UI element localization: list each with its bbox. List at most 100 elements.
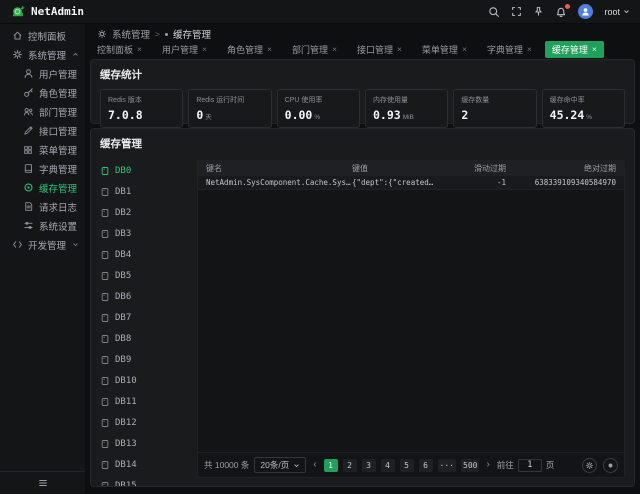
- stat-unit: %: [586, 114, 592, 121]
- goto-unit: 页: [546, 459, 555, 471]
- db-item-0[interactable]: DB0: [100, 160, 195, 181]
- tab-departments[interactable]: 部门管理×: [285, 41, 344, 58]
- db-item-5[interactable]: DB5: [100, 265, 195, 286]
- prev-page-button[interactable]: ‹: [311, 460, 318, 470]
- search-icon[interactable]: [488, 6, 500, 18]
- db-label: DB0: [115, 166, 131, 176]
- close-icon[interactable]: ×: [592, 45, 597, 54]
- close-icon[interactable]: ×: [202, 45, 207, 54]
- tab-cache[interactable]: 缓存管理×: [545, 41, 604, 58]
- sidebar-item-cache[interactable]: 缓存管理: [0, 178, 85, 197]
- sidebar-item-dashboard[interactable]: 控制面板: [0, 26, 85, 45]
- page-button-2[interactable]: 2: [343, 459, 357, 472]
- breadcrumb-item[interactable]: 系统管理: [112, 27, 150, 41]
- page-button-5[interactable]: 5: [400, 459, 414, 472]
- db-label: DB5: [115, 271, 131, 281]
- page-button-6[interactable]: 6: [419, 459, 433, 472]
- cache-panel-title: 缓存管理: [91, 129, 634, 156]
- db-label: DB11: [115, 397, 137, 407]
- db-item-12[interactable]: DB12: [100, 412, 195, 433]
- database-icon: [100, 250, 110, 260]
- db-item-6[interactable]: DB6: [100, 286, 195, 307]
- db-item-13[interactable]: DB13: [100, 433, 195, 454]
- tab-dictionary[interactable]: 字典管理×: [480, 41, 539, 58]
- chevron-down-icon: [72, 241, 79, 248]
- sidebar-item-users[interactable]: 用户管理: [0, 64, 85, 83]
- page-button-3[interactable]: 3: [362, 459, 376, 472]
- stat-label: Redis 运行时间: [196, 95, 263, 105]
- sidebar-item-label: 控制面板: [28, 29, 66, 43]
- sidebar-item-label: 开发管理: [28, 238, 66, 252]
- sidebar-item-roles[interactable]: 角色管理: [0, 83, 85, 102]
- close-icon[interactable]: ×: [332, 45, 337, 54]
- stat-unit: %: [314, 114, 320, 121]
- page-size-select[interactable]: 20条/页: [254, 457, 306, 473]
- gear-icon: [12, 49, 23, 60]
- database-icon: [100, 439, 110, 449]
- db-label: DB2: [115, 208, 131, 218]
- fullscreen-icon[interactable]: [511, 6, 522, 17]
- db-label: DB14: [115, 460, 137, 470]
- db-item-8[interactable]: DB8: [100, 328, 195, 349]
- close-icon[interactable]: ×: [527, 45, 532, 54]
- tab-label: 接口管理: [357, 43, 393, 56]
- db-item-2[interactable]: DB2: [100, 202, 195, 223]
- db-item-7[interactable]: DB7: [100, 307, 195, 328]
- sidebar-item-label: 角色管理: [39, 86, 77, 100]
- page-size-value: 20条/页: [260, 459, 289, 471]
- sidebar-item-system[interactable]: 系统管理: [0, 45, 85, 64]
- close-icon[interactable]: ×: [397, 45, 402, 54]
- tab-dashboard[interactable]: 控制面板×: [90, 41, 149, 58]
- db-item-4[interactable]: DB4: [100, 244, 195, 265]
- db-item-1[interactable]: DB1: [100, 181, 195, 202]
- close-icon[interactable]: ×: [462, 45, 467, 54]
- sidebar-item-label: 用户管理: [39, 67, 77, 81]
- db-item-14[interactable]: DB14: [100, 454, 195, 475]
- table-row[interactable]: NetAdmin.SysComponent.Cache.Sys.UserCach…: [198, 176, 624, 190]
- sidebar-item-departments[interactable]: 部门管理: [0, 102, 85, 121]
- page-button-500[interactable]: 500: [461, 459, 479, 472]
- stat-label: 内存使用量: [373, 95, 440, 105]
- notification-bell-icon[interactable]: [555, 6, 567, 18]
- sidebar-item-api[interactable]: 接口管理: [0, 121, 85, 140]
- close-icon[interactable]: ×: [137, 45, 142, 54]
- db-item-10[interactable]: DB10: [100, 370, 195, 391]
- page-button-4[interactable]: 4: [381, 459, 395, 472]
- page-button-1[interactable]: 1: [324, 459, 338, 472]
- sidebar-collapse-button[interactable]: [0, 471, 85, 494]
- stat-label: Redis 版本: [108, 95, 175, 105]
- breadcrumb: 系统管理 > 缓存管理: [97, 27, 640, 41]
- sidebar-item-menus[interactable]: 菜单管理: [0, 140, 85, 159]
- sidebar-item-request-log[interactable]: 请求日志: [0, 197, 85, 216]
- tab-api[interactable]: 接口管理 ×: [350, 41, 409, 58]
- column-settings-button[interactable]: [603, 458, 618, 473]
- db-item-15[interactable]: DB15: [100, 475, 195, 486]
- avatar[interactable]: [578, 4, 593, 19]
- key-icon: [23, 87, 34, 98]
- page-button-more[interactable]: ···: [438, 459, 456, 472]
- stat-card-cpu: CPU 使用率 0.00%: [277, 89, 360, 128]
- sidebar-item-settings[interactable]: 系统设置: [0, 216, 85, 235]
- home-icon: [12, 30, 23, 41]
- sidebar-item-development[interactable]: 开发管理: [0, 235, 85, 254]
- goto-page-input[interactable]: [518, 459, 542, 472]
- pin-icon[interactable]: [533, 6, 544, 17]
- database-icon: [100, 460, 110, 470]
- sidebar-item-dictionary[interactable]: 字典管理: [0, 159, 85, 178]
- tab-label: 菜单管理: [422, 43, 458, 56]
- sliders-icon: [23, 220, 34, 231]
- db-item-9[interactable]: DB9: [100, 349, 195, 370]
- tab-menus[interactable]: 菜单管理 ×: [415, 41, 474, 58]
- db-label: DB13: [115, 439, 137, 449]
- db-item-3[interactable]: DB3: [100, 223, 195, 244]
- username: root: [604, 7, 620, 17]
- stat-card-redis-version: Redis 版本 7.0.8: [100, 89, 183, 128]
- next-page-button[interactable]: ›: [484, 460, 491, 470]
- tab-users[interactable]: 用户管理×: [155, 41, 214, 58]
- user-menu[interactable]: root: [604, 7, 630, 17]
- refresh-button[interactable]: [582, 458, 597, 473]
- stat-value: 0.00: [285, 108, 313, 122]
- tab-roles[interactable]: 角色管理×: [220, 41, 279, 58]
- db-item-11[interactable]: DB11: [100, 391, 195, 412]
- close-icon[interactable]: ×: [267, 45, 272, 54]
